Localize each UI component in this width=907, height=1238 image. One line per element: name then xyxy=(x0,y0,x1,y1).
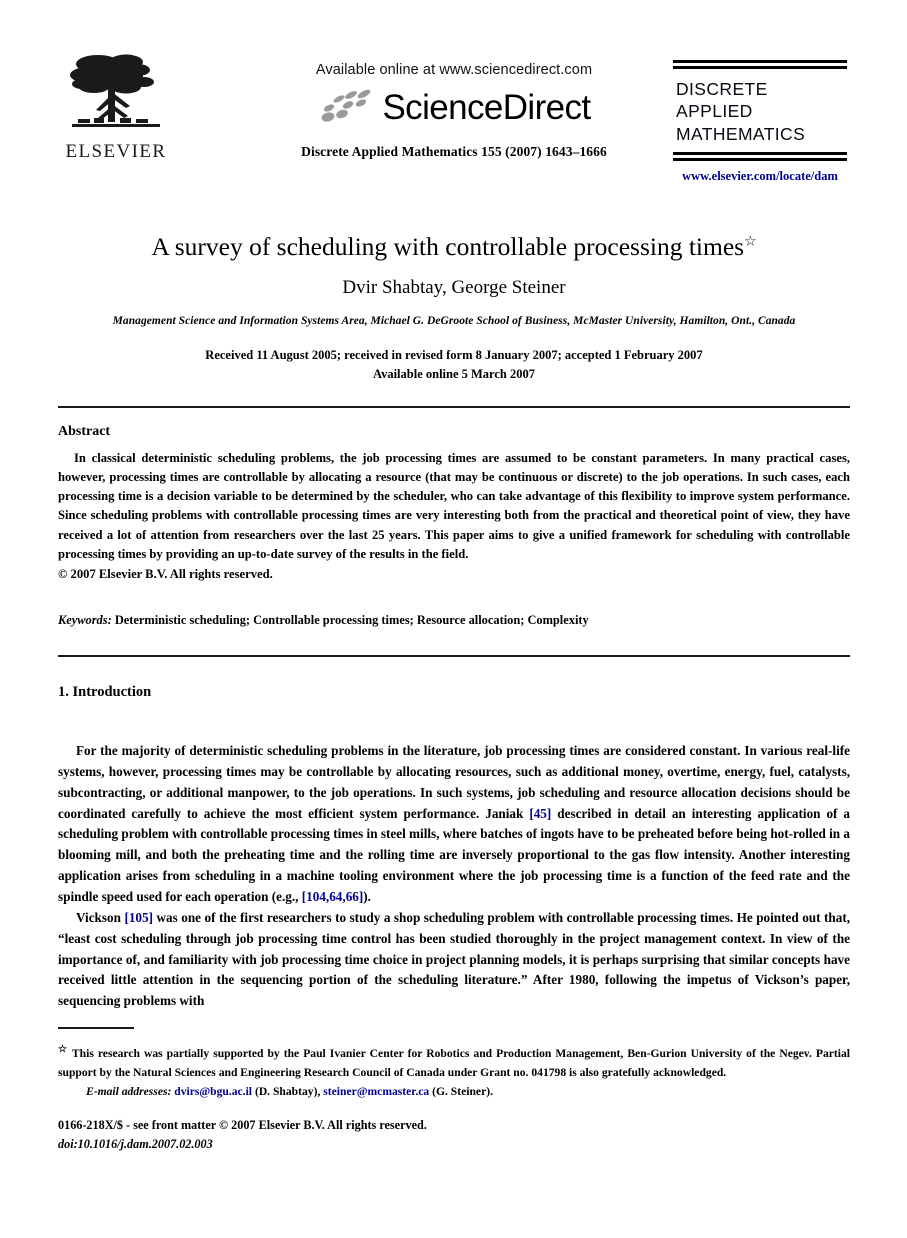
page-title: A survey of scheduling with controllable… xyxy=(58,232,850,263)
sciencedirect-wordmark: ScienceDirect xyxy=(382,87,591,127)
email-owner-steiner: (G. Steiner). xyxy=(432,1085,493,1099)
abstract-heading: Abstract xyxy=(58,424,111,439)
journal-logo-line-2: APPLIED xyxy=(676,101,753,122)
citation-link-104-64-66[interactable]: [104,64,66] xyxy=(302,889,364,904)
paragraph-2-part-2: was one of the first researchers to stud… xyxy=(58,909,851,1009)
author-list: Dvir Shabtay, George Steiner xyxy=(342,276,566,298)
elsevier-logo: ELSEVIER xyxy=(64,48,168,163)
email-link-shabtay[interactable]: dvirs@bgu.ac.il xyxy=(174,1085,252,1098)
keywords-label: Keywords: xyxy=(58,613,112,627)
elsevier-tree-logo-icon xyxy=(70,54,160,127)
paper-title-text: A survey of scheduling with controllable… xyxy=(151,232,745,261)
footnote-text: This research was partially supported by… xyxy=(58,1046,850,1079)
article-history-online: Available online 5 March 2007 xyxy=(372,366,536,381)
email-line: E-mail addresses: dvirs@bgu.ac.il (D. Sh… xyxy=(58,1083,850,1102)
available-online-text: Available online at www.sciencedirect.co… xyxy=(315,62,593,78)
footnote-divider xyxy=(58,1027,134,1029)
paragraph-1: For the majority of deterministic schedu… xyxy=(58,741,850,908)
footnote-marker: ☆ xyxy=(58,1044,69,1055)
journal-reference: Discrete Applied Mathematics 155 (2007) … xyxy=(301,144,607,159)
doi-line[interactable]: doi:10.1016/j.dam.2007.02.003 xyxy=(58,1135,658,1154)
title-footnote-marker: ☆ xyxy=(744,234,757,250)
citation-link-45[interactable]: [45] xyxy=(529,806,551,821)
article-history-received: Received 11 August 2005; received in rev… xyxy=(205,347,703,362)
paper-page: ELSEVIER Available online at www.science… xyxy=(0,0,907,1238)
journal-logo-line-3: MATHEMATICS xyxy=(676,123,806,144)
journal-logo: DISCRETE APPLIED MATHEMATICS www.elsevie… xyxy=(670,60,850,184)
masthead: ELSEVIER Available online at www.science… xyxy=(58,46,850,196)
journal-logo-top-rule xyxy=(673,60,847,69)
title-block: A survey of scheduling with controllable… xyxy=(58,232,850,384)
sciencedirect-swoosh-icon xyxy=(322,89,371,122)
email-owner-shabtay: (D. Shabtay), xyxy=(254,1085,321,1099)
footnote-block: ☆ This research was partially supported … xyxy=(58,1042,850,1102)
journal-logo-bottom-rule xyxy=(673,152,847,162)
abstract-bottom-divider xyxy=(58,655,850,657)
journal-logo-line-1: DISCRETE xyxy=(676,79,768,99)
paragraph-2-part-1: Vickson xyxy=(76,909,125,925)
elsevier-wordmark: ELSEVIER xyxy=(65,141,167,162)
journal-logo-title: DISCRETE APPLIED MATHEMATICS xyxy=(670,69,850,152)
affiliation: Management Science and Information Syste… xyxy=(112,314,796,327)
section-heading-introduction: 1. Introduction xyxy=(58,684,152,700)
abstract-body: In classical deterministic scheduling pr… xyxy=(58,451,850,561)
sciencedirect-logo: ScienceDirect xyxy=(254,84,654,130)
article-history: Received 11 August 2005; received in rev… xyxy=(58,346,850,385)
front-matter-line: 0166-218X/$ - see front matter © 2007 El… xyxy=(58,1118,427,1132)
email-link-steiner[interactable]: steiner@mcmaster.ca xyxy=(323,1085,429,1098)
paragraph-1-part-3: ). xyxy=(363,889,371,905)
abstract-section: Abstract In classical deterministic sche… xyxy=(58,424,850,584)
imprint-block: 0166-218X/$ - see front matter © 2007 El… xyxy=(58,1116,658,1154)
journal-url-link[interactable]: www.elsevier.com/locate/dam xyxy=(670,169,850,184)
abstract-top-divider xyxy=(58,406,850,408)
abstract-copyright: © 2007 Elsevier B.V. All rights reserved… xyxy=(58,566,273,581)
citation-link-105[interactable]: [105] xyxy=(124,910,153,925)
sciencedirect-block: Available online at www.sciencedirect.co… xyxy=(254,62,654,160)
email-label: E-mail addresses: xyxy=(86,1085,172,1099)
keywords-value: Deterministic scheduling; Controllable p… xyxy=(114,613,589,627)
paragraph-2: Vickson [105] was one of the first resea… xyxy=(58,908,850,1012)
introduction-body: For the majority of deterministic schedu… xyxy=(58,741,850,1012)
keywords-line: Keywords: Deterministic scheduling; Cont… xyxy=(58,613,850,628)
